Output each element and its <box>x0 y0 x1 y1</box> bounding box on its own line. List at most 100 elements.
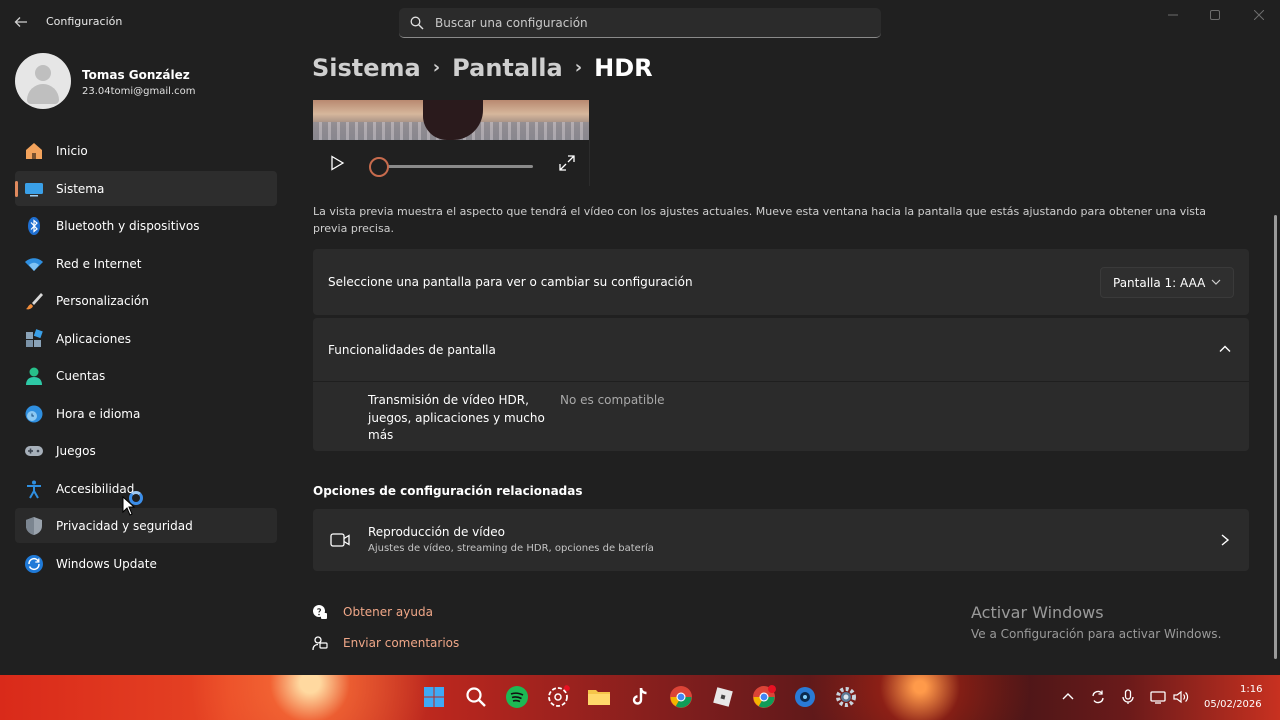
settings-gear-icon[interactable] <box>834 685 858 709</box>
sidebar-nav: Inicio Sistema Bluetooth y dispositivos … <box>15 133 277 583</box>
chevron-down-icon <box>1211 279 1221 285</box>
page-title: HDR <box>594 54 653 82</box>
back-button[interactable] <box>10 11 32 33</box>
sidebar-item-privacidad[interactable]: Privacidad y seguridad <box>15 508 277 543</box>
sidebar-item-label: Hora e idioma <box>56 406 141 421</box>
selection-indicator <box>15 180 18 197</box>
activation-watermark-title: Activar Windows <box>971 603 1104 622</box>
related-video-playback[interactable]: Reproducción de vídeo Ajustes de vídeo, … <box>313 509 1249 571</box>
chrome-icon[interactable] <box>669 685 693 709</box>
related-section-title: Opciones de configuración relacionadas <box>313 484 583 498</box>
taskbar-clock-date[interactable]: 05/02/2026 <box>1204 699 1262 710</box>
sidebar-item-inicio[interactable]: Inicio <box>15 133 277 168</box>
sidebar-item-label: Sistema <box>56 181 105 196</box>
user-name: Tomas González <box>82 68 190 82</box>
sidebar-item-aplicaciones[interactable]: Aplicaciones <box>15 321 277 356</box>
sidebar-item-label: Personalización <box>56 294 149 308</box>
capability-status: No es compatible <box>560 393 665 407</box>
capabilities-title: Funcionalidades de pantalla <box>328 343 496 357</box>
sidebar-item-label: Windows Update <box>56 556 157 571</box>
sidebar-item-hora-idioma[interactable]: Hora e idioma <box>15 396 277 431</box>
sync-icon[interactable] <box>1090 689 1106 705</box>
display-dropdown[interactable]: Pantalla 1: AAA <box>1100 267 1234 298</box>
capability-row: Transmisión de vídeo HDR, juegos, aplica… <box>313 381 1249 451</box>
help-chat-icon <box>313 605 327 619</box>
seek-slider-thumb[interactable] <box>369 157 389 177</box>
sidebar-item-windows-update[interactable]: Windows Update <box>15 546 277 581</box>
expand-icon[interactable] <box>558 154 576 172</box>
close-icon <box>1253 9 1265 21</box>
taskbar <box>0 675 1280 720</box>
close-button[interactable] <box>1244 6 1274 26</box>
maximize-button[interactable] <box>1200 6 1230 26</box>
search-input[interactable] <box>435 8 865 37</box>
accounts-icon <box>26 367 42 385</box>
capabilities-header[interactable]: Funcionalidades de pantalla <box>313 318 1249 381</box>
volume-icon[interactable] <box>1173 689 1189 705</box>
sidebar-item-label: Red e Internet <box>56 256 142 271</box>
search-icon[interactable] <box>464 685 488 709</box>
chevron-up-icon[interactable] <box>1060 689 1076 705</box>
globe-clock-icon <box>25 405 43 422</box>
network-icon[interactable] <box>1150 689 1166 705</box>
apps-icon <box>26 328 43 347</box>
app-title: Configuración <box>46 15 123 28</box>
breadcrumb-sistema[interactable]: Sistema <box>312 54 421 82</box>
tiktok-icon[interactable] <box>628 685 652 709</box>
breadcrumb-pantalla[interactable]: Pantalla <box>452 54 563 82</box>
system-display-icon <box>25 182 43 196</box>
file-explorer-icon[interactable] <box>587 685 611 709</box>
user-email: 23.04tomi@gmail.com <box>82 86 196 97</box>
home-icon <box>26 143 42 159</box>
spotify-icon[interactable] <box>505 685 529 709</box>
microphone-icon[interactable] <box>1120 689 1136 705</box>
bluetooth-icon <box>28 217 40 235</box>
video-controls <box>313 140 590 186</box>
breadcrumb: Sistema › Pantalla › HDR <box>312 54 653 82</box>
sidebar-item-red[interactable]: Red e Internet <box>15 246 277 281</box>
accessibility-icon <box>27 480 41 498</box>
minimize-icon <box>1168 14 1178 16</box>
chatgpt-icon[interactable] <box>546 685 570 709</box>
windows-start-icon[interactable] <box>422 685 446 709</box>
roblox-icon[interactable] <box>711 685 735 709</box>
activation-watermark-subtitle: Ve a Configuración para activar Windows. <box>971 627 1222 641</box>
scrollbar[interactable] <box>1274 215 1277 659</box>
sidebar-item-bluetooth[interactable]: Bluetooth y dispositivos <box>15 208 277 243</box>
preview-description: La vista previa muestra el aspecto que t… <box>313 205 1207 235</box>
media-app-icon[interactable] <box>793 685 817 709</box>
sidebar-item-label: Privacidad y seguridad <box>56 519 193 533</box>
sidebar-item-juegos[interactable]: Juegos <box>15 433 277 468</box>
sidebar-item-label: Accesibilidad <box>56 481 135 496</box>
sidebar-item-personalizacion[interactable]: Personalización <box>15 283 277 318</box>
avatar-head-shape <box>35 65 51 81</box>
chevron-up-icon <box>1219 345 1231 352</box>
chevron-right-icon: › <box>574 57 583 78</box>
minimize-button[interactable] <box>1158 6 1188 26</box>
search-box[interactable] <box>399 8 881 38</box>
get-help-label: Obtener ayuda <box>343 605 433 619</box>
video-camera-icon <box>330 533 350 547</box>
chrome-notification-icon[interactable] <box>752 685 776 709</box>
settings-window: Configuración Tomas González 23.04tomi@g… <box>0 0 1280 675</box>
sidebar-item-accesibilidad[interactable]: Accesibilidad <box>15 471 277 506</box>
feedback-icon <box>312 636 328 651</box>
hdr-video-preview <box>313 100 589 140</box>
busy-spinner-icon <box>129 491 143 505</box>
sidebar-item-cuentas[interactable]: Cuentas <box>15 358 277 393</box>
send-feedback-label: Enviar comentarios <box>343 636 460 650</box>
sidebar-item-label: Inicio <box>56 144 88 158</box>
display-dropdown-value: Pantalla 1: AAA <box>1113 276 1206 290</box>
avatar[interactable] <box>15 53 71 109</box>
title-bar: Configuración <box>0 0 1280 44</box>
paintbrush-icon <box>26 293 43 310</box>
sidebar-item-label: Aplicaciones <box>56 331 131 346</box>
taskbar-clock-time[interactable]: 1:16 <box>1240 684 1262 695</box>
seek-track[interactable] <box>379 165 533 168</box>
related-item-subtitle: Ajustes de vídeo, streaming de HDR, opci… <box>368 543 654 554</box>
search-icon <box>410 16 424 30</box>
wifi-icon <box>25 257 43 271</box>
play-icon[interactable] <box>329 155 345 171</box>
sidebar-item-label: Juegos <box>56 444 96 458</box>
sidebar-item-sistema[interactable]: Sistema <box>15 170 277 206</box>
